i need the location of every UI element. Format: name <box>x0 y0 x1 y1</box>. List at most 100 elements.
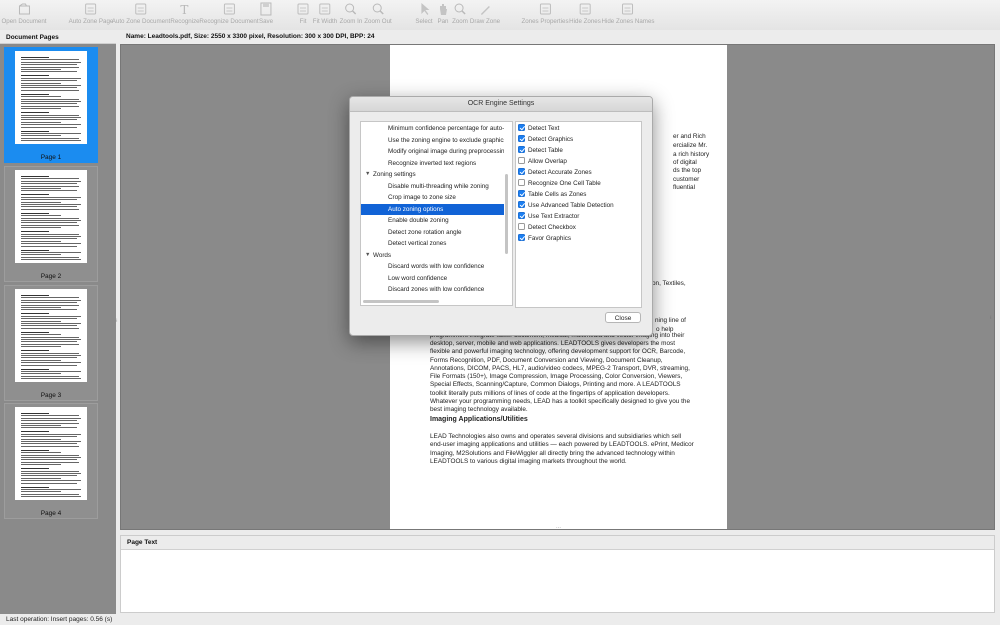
toolbar-open-document-button[interactable]: Open Document <box>1 2 47 25</box>
thumbnail-text-line <box>21 493 79 495</box>
toolbar-fit-button[interactable]: Fit <box>297 2 309 25</box>
toolbar-recognize-document-button[interactable]: Recognize Document <box>199 2 259 25</box>
checkbox-unchecked-icon[interactable] <box>518 223 525 230</box>
checkbox-checked-icon[interactable] <box>518 168 525 175</box>
tree-item[interactable]: Low word confidence <box>361 273 504 284</box>
toolbar-auto-zone-document-button[interactable]: Auto Zone Document <box>112 2 170 25</box>
option-checkbox[interactable]: Use Text Extractor <box>518 211 579 222</box>
page-thumbnail[interactable]: Page 3 <box>4 285 98 401</box>
option-label: Recognize One Cell Table <box>528 180 601 187</box>
option-label: Allow Overlap <box>528 158 567 165</box>
close-button[interactable]: Close <box>605 312 641 323</box>
thumbnail-text-line <box>21 190 77 192</box>
toolbar-recognize-button[interactable]: T Recognize <box>170 2 199 25</box>
option-checkbox[interactable]: Favor Graphics <box>518 233 571 244</box>
toolbar-zoom-button[interactable]: Zoom <box>452 2 468 25</box>
tree-item[interactable]: Discard words with low confidence <box>361 261 504 272</box>
toolbar-hide-zones-button[interactable]: Hide Zones <box>569 2 601 25</box>
checkbox-checked-icon[interactable] <box>518 146 525 153</box>
page-thumbnail[interactable]: Page 4 <box>4 403 98 519</box>
toolbar-pan-button[interactable]: Pan <box>437 2 449 25</box>
toolbar-select-button[interactable]: Select <box>415 2 433 25</box>
tree-vertical-scrollbar[interactable] <box>505 174 508 254</box>
checkbox-checked-icon[interactable] <box>518 234 525 241</box>
toolbar-save-button[interactable]: Save <box>259 2 273 25</box>
thumbnail-text-line <box>21 93 49 95</box>
tree-item[interactable]: Use the zoning engine to exclude graphic… <box>361 135 504 146</box>
tree-item[interactable]: Crop image to zone size <box>361 192 504 203</box>
tree-item[interactable]: Recognize inverted text regions <box>361 158 504 169</box>
thumbnail-text-line <box>21 352 79 354</box>
thumbnail-text-line <box>21 327 79 329</box>
page-text-panel[interactable]: Page Text <box>120 535 995 613</box>
option-checkbox[interactable]: Detect Text <box>518 123 559 134</box>
thumbnail-text-line <box>21 438 61 440</box>
option-checkbox[interactable]: Detect Accurate Zones <box>518 167 592 178</box>
pan-icon <box>437 2 449 16</box>
checkbox-unchecked-icon[interactable] <box>518 179 525 186</box>
tree-item[interactable]: Enable double zoning <box>361 215 504 226</box>
toolbar-hide-zones-names-button[interactable]: Hide Zones Names <box>602 2 654 25</box>
option-checkbox[interactable]: Allow Overlap <box>518 156 567 167</box>
toolbar-zoom-out-button[interactable]: Zoom Out <box>364 2 392 25</box>
thumbnail-text-line <box>21 357 77 359</box>
thumbnail-text-line <box>21 245 77 247</box>
thumbnail-text-line <box>21 473 81 474</box>
toolbar-fit-width-button[interactable]: Fit Width <box>313 2 337 25</box>
zones-properties-icon <box>539 2 551 16</box>
checkbox-checked-icon[interactable] <box>518 135 525 142</box>
toolbar-draw-zone-button[interactable]: Draw Zone <box>470 2 500 25</box>
thumbnail-text-line <box>21 436 77 438</box>
page-thumbnail-list[interactable]: Page 1 Page 2 Page 3 Page 4 <box>0 44 116 614</box>
tree-item[interactable]: Auto zoning options <box>361 203 504 215</box>
page-thumbnail[interactable]: Page 1 <box>4 47 98 163</box>
page-thumbnail[interactable]: Page 2 <box>4 166 98 282</box>
thumbnail-text-line <box>21 71 77 73</box>
thumbnail-text-line <box>21 375 79 377</box>
tree-group[interactable]: ▼ Words <box>361 250 504 261</box>
checkbox-checked-icon[interactable] <box>518 212 525 219</box>
tree-item-label: Detect zone rotation angle <box>388 228 462 236</box>
option-label: Detect Table <box>528 147 563 154</box>
option-checkbox[interactable]: Table Cells as Zones <box>518 189 586 200</box>
toolbar-button-label: Open Document <box>1 18 47 25</box>
option-checkbox[interactable]: Detect Graphics <box>518 134 573 145</box>
tree-item[interactable]: Modify original image during preprocessi… <box>361 146 504 157</box>
option-checkbox[interactable]: Detect Table <box>518 145 563 156</box>
thumbnail-text-line <box>21 126 77 128</box>
tree-item[interactable]: Discard zones with low confidence <box>361 284 504 295</box>
option-label: Detect Graphics <box>528 136 574 143</box>
thumbnail-text-line <box>21 61 81 63</box>
thumbnail-text-line <box>21 355 81 356</box>
checkbox-checked-icon[interactable] <box>518 124 525 131</box>
tree-item[interactable]: Detect zone rotation angle <box>361 227 504 238</box>
toolbar-button-label: Save <box>258 18 274 25</box>
checkbox-checked-icon[interactable] <box>518 201 525 208</box>
tree-item[interactable]: Disable multi-threading while zoning <box>361 181 504 192</box>
toolbar-button-label: Select <box>415 18 433 25</box>
thumbnail-text-line <box>21 249 49 251</box>
toolbar-auto-zone-page-button[interactable]: Auto Zone Page <box>69 2 113 25</box>
toolbar-button-label: Draw Zone <box>469 18 501 25</box>
document-text-fragment: ercialize Mr. <box>673 142 708 149</box>
toolbar-zoom-in-button[interactable]: Zoom In <box>340 2 362 25</box>
tree-group[interactable]: ▼ Zoning settings <box>361 169 504 180</box>
tree-horizontal-scrollbar[interactable] <box>363 300 439 303</box>
document-paragraph: desktop, server, mobile and web applicat… <box>430 340 691 414</box>
tree-item[interactable]: Minimum confidence percentage for auto-r <box>361 123 504 134</box>
option-checkbox[interactable]: Use Advanced Table Detection <box>518 200 614 211</box>
settings-tree[interactable]: Discard zones with low confidence Low wor… <box>360 121 513 306</box>
disclosure-triangle-icon[interactable]: ▼ <box>365 250 370 261</box>
thumbnail-text-line <box>21 299 81 301</box>
tree-item[interactable]: Detect vertical zones <box>361 238 504 249</box>
option-checkbox[interactable]: Detect Checkbox <box>518 222 576 233</box>
thumbnail-text-line <box>21 217 79 219</box>
checkbox-unchecked-icon[interactable] <box>518 157 525 164</box>
disclosure-triangle-icon[interactable]: ▼ <box>365 169 370 180</box>
draw-zone-icon <box>479 2 491 16</box>
toolbar-zones-properties-button[interactable]: Zones Properties <box>521 2 569 25</box>
thumbnail-text-line <box>21 489 81 490</box>
option-checkbox[interactable]: Recognize One Cell Table <box>518 178 601 189</box>
thumbnail-text-line <box>21 215 61 217</box>
checkbox-checked-icon[interactable] <box>518 190 525 197</box>
